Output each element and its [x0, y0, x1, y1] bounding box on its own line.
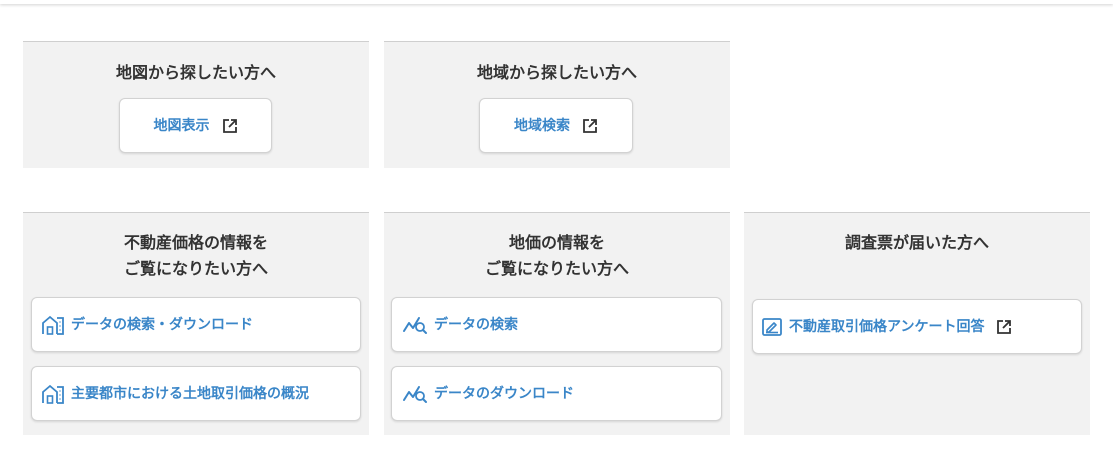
- area-search-button[interactable]: 地域検索: [479, 98, 633, 153]
- external-link-icon: [997, 319, 1012, 334]
- area-search-title: 地域から探したい方へ: [476, 63, 637, 82]
- chart-search-icon: [403, 385, 427, 403]
- external-link-icon: [583, 118, 597, 133]
- survey-panel: 調査票が届いた方へ 不動産取引価格アンケート回答: [744, 212, 1090, 435]
- realestate-info-title-line1: 不動産価格の情報を: [123, 233, 268, 252]
- survey-title: 調査票が届いた方へ: [844, 233, 989, 252]
- landprice-info-title-line1: 地価の情報を: [508, 233, 605, 252]
- major-cities-land-price-overview-button[interactable]: 主要都市における土地取引価格の概況: [31, 366, 361, 421]
- area-search-panel: 地域から探したい方へ 地域検索: [384, 41, 730, 168]
- map-search-title: 地図から探したい方へ: [115, 63, 276, 82]
- header-shadow-bar: [0, 0, 1113, 4]
- external-link-icon: [222, 118, 237, 133]
- landprice-data-download-label: データのダウンロード: [434, 385, 574, 402]
- edit-form-icon: [762, 317, 782, 336]
- realestate-data-search-download-button[interactable]: データの検索・ダウンロード: [31, 297, 361, 352]
- chart-search-icon: [403, 316, 427, 334]
- landprice-info-panel: 地価の情報を ご覧になりたい方へ データの検索 データのダウンロード: [384, 212, 730, 435]
- realestate-info-title-line2: ご覧になりたい方へ: [123, 259, 268, 278]
- building-icon: [42, 315, 64, 335]
- map-display-button[interactable]: 地図表示: [119, 98, 272, 153]
- major-cities-land-price-overview-label: 主要都市における土地取引価格の概況: [71, 385, 309, 402]
- realestate-info-panel: 不動産価格の情報を ご覧になりたい方へ データの検索・ダウンロード 主要都市にお…: [23, 212, 369, 435]
- survey-answer-button[interactable]: 不動産取引価格アンケート回答: [752, 299, 1082, 354]
- building-icon: [42, 384, 64, 404]
- landprice-data-search-button[interactable]: データの検索: [391, 297, 722, 352]
- survey-answer-label: 不動産取引価格アンケート回答: [789, 318, 985, 335]
- realestate-data-search-download-label: データの検索・ダウンロード: [71, 316, 253, 333]
- map-display-label: 地図表示: [153, 117, 210, 134]
- area-search-label: 地域検索: [514, 117, 570, 134]
- map-search-panel: 地図から探したい方へ 地図表示: [23, 41, 369, 168]
- landprice-data-download-button[interactable]: データのダウンロード: [391, 366, 722, 421]
- landprice-info-title-line2: ご覧になりたい方へ: [484, 259, 629, 278]
- landprice-data-search-label: データの検索: [434, 316, 518, 333]
